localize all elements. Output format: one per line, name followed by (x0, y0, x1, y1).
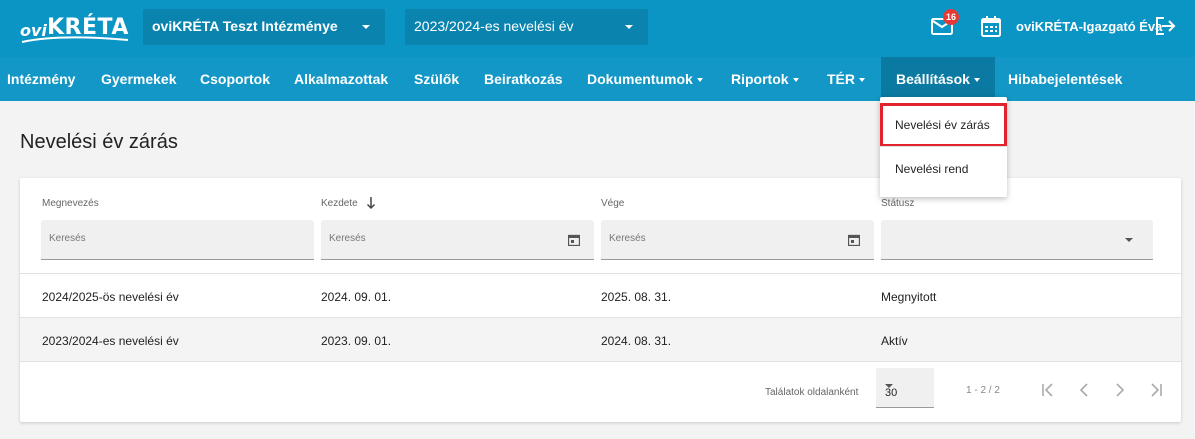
cell-vege: 2025. 08. 31. (601, 290, 672, 304)
nav-item-gyermekek[interactable]: Gyermekek (101, 57, 177, 101)
first-page-icon[interactable] (1040, 382, 1056, 398)
column-header-megnevezes[interactable]: Megnevezés (42, 198, 99, 209)
cell-megnevezes: 2024/2025-ös nevelési év (42, 290, 179, 304)
app-logo[interactable]: ovi KRÉTA (20, 12, 130, 44)
mail-count-badge: 16 (943, 9, 959, 25)
menu-item-label: Nevelési rend (895, 162, 969, 176)
cell-statusz: Aktív (881, 334, 908, 348)
school-year-select-value: 2023/2024-es nevelési év (414, 18, 574, 34)
institution-select[interactable]: oviKRÉTA Teszt Intézménye (143, 9, 385, 45)
chevron-down-icon (1125, 238, 1133, 242)
last-page-icon[interactable] (1148, 382, 1164, 398)
filter-kezdete[interactable] (321, 220, 594, 260)
table-row[interactable]: 2023/2024-es nevelési év 2023. 09. 01. 2… (20, 317, 1181, 361)
filter-statusz-select[interactable] (881, 220, 1153, 260)
calendar-icon[interactable] (568, 234, 580, 246)
cell-statusz: Megnyitott (881, 290, 937, 304)
cell-megnevezes: 2023/2024-es nevelési év (42, 334, 179, 348)
chevron-down-icon (885, 384, 893, 388)
nav-item-alkalmazottak[interactable]: Alkalmazottak (294, 57, 388, 101)
nav-item-intezmeny[interactable]: Intézmény (7, 57, 75, 101)
nav-item-label: Szülők (414, 71, 460, 87)
menu-item-label: Nevelési év zárás (895, 118, 990, 132)
nav-item-szulok[interactable]: Szülők (414, 57, 459, 101)
filter-megnevezes[interactable] (41, 220, 314, 260)
calendar-icon[interactable] (981, 16, 1001, 42)
nav-item-label: Dokumentumok (587, 71, 693, 87)
per-page-label: Találatok oldalanként (765, 387, 859, 398)
logo-swoosh-icon (21, 36, 129, 43)
nav-item-csoportok[interactable]: Csoportok (200, 57, 270, 101)
institution-select-value: oviKRÉTA Teszt Intézménye (152, 18, 338, 34)
search-input-vege[interactable] (609, 233, 799, 244)
chevron-down-icon (973, 78, 980, 83)
nav-item-label: Riportok (731, 71, 789, 87)
per-page-value: 30 (885, 387, 898, 399)
table-divider (20, 361, 1181, 362)
column-header-statusz[interactable]: Státusz (881, 198, 914, 209)
logout-icon[interactable] (1155, 16, 1177, 41)
page-title: Nevelési év zárás (20, 131, 178, 153)
chevron-down-icon (625, 25, 633, 29)
nav-item-label: TÉR (827, 71, 855, 87)
next-page-icon[interactable] (1112, 382, 1128, 398)
user-name[interactable]: oviKRÉTA-Igazgató Éva (1016, 19, 1162, 34)
school-year-select[interactable]: 2023/2024-es nevelési év (405, 9, 648, 45)
nav-item-label: Beállítások (896, 71, 970, 87)
search-input-kezdete[interactable] (329, 233, 519, 244)
table-row[interactable]: 2024/2025-ös nevelési év 2024. 09. 01. 2… (20, 273, 1181, 317)
search-input-megnevezes[interactable] (49, 233, 239, 244)
pagination-range: 1 - 2 / 2 (966, 385, 1000, 396)
nav-item-label: Alkalmazottak (294, 71, 389, 87)
cell-vege: 2024. 08. 31. (601, 334, 672, 348)
top-bar: ovi KRÉTA oviKRÉTA Teszt Intézménye 2023… (0, 0, 1195, 57)
chevron-down-icon (696, 78, 703, 83)
column-header-vege[interactable]: Vége (601, 198, 624, 209)
nav-item-hibabejelentesek[interactable]: Hibabejelentések (1008, 57, 1122, 101)
nav-item-beiratkozas[interactable]: Beiratkozás (484, 57, 563, 101)
nav-item-dokumentumok[interactable]: Dokumentumok (587, 57, 703, 101)
nav-item-label: Csoportok (200, 71, 270, 87)
cell-kezdete: 2023. 09. 01. (321, 334, 392, 348)
sort-down-icon[interactable] (366, 196, 376, 210)
chevron-down-icon (859, 78, 865, 83)
nav-item-label: Hibabejelentések (1008, 71, 1123, 87)
nav-item-riportok[interactable]: Riportok (731, 57, 799, 101)
nav-item-label: Intézmény (7, 71, 76, 87)
previous-page-icon[interactable] (1076, 382, 1092, 398)
per-page-select[interactable]: 30 (876, 368, 934, 408)
settings-dropdown-menu: Nevelési év zárás Nevelési rend (880, 97, 1007, 197)
nav-item-beallitasok[interactable]: Beállítások (881, 57, 995, 101)
menu-item-nevelesi-rend[interactable]: Nevelési rend (880, 146, 1007, 190)
cell-kezdete: 2024. 09. 01. (321, 290, 392, 304)
filter-vege[interactable] (601, 220, 874, 260)
data-table-card: Megnevezés Kezdete Vége Státusz 2024/202… (20, 178, 1181, 422)
column-header-kezdete[interactable]: Kezdete (321, 198, 358, 209)
nav-item-label: Gyermekek (101, 71, 177, 87)
nav-item-label: Beiratkozás (484, 71, 563, 87)
nav-item-ter[interactable]: TÉR (827, 57, 865, 101)
chevron-down-icon (362, 25, 370, 29)
menu-item-nevelesi-ev-zaras[interactable]: Nevelési év zárás (880, 103, 1007, 147)
chevron-down-icon (792, 78, 799, 83)
calendar-icon[interactable] (848, 234, 860, 246)
main-nav: Intézmény Gyermekek Csoportok Alkalmazot… (0, 57, 1195, 101)
